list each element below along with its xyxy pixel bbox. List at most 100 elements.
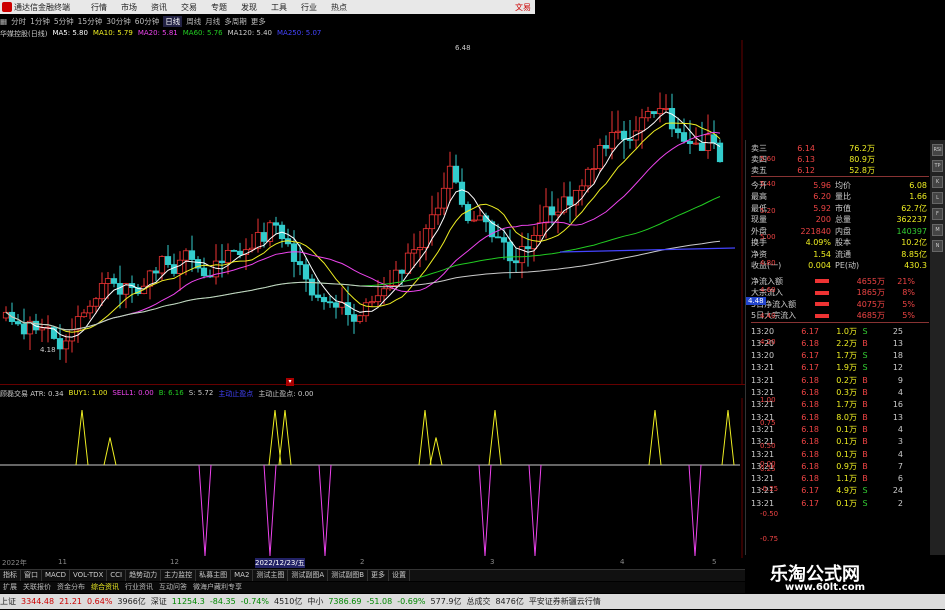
extension-tab[interactable]: 综合资讯 bbox=[88, 582, 122, 593]
tick-count: 4 bbox=[897, 388, 903, 397]
date-label: 2 bbox=[360, 558, 365, 566]
extension-tab[interactable]: 行业资讯 bbox=[122, 582, 156, 593]
indicator-tab[interactable]: MA2 bbox=[231, 570, 254, 581]
extension-tab[interactable]: 关联报价 bbox=[20, 582, 54, 593]
candlestick-chart[interactable]: 6.48 4.18 bbox=[0, 40, 745, 385]
candle-body bbox=[686, 140, 694, 145]
tick-side: S bbox=[862, 486, 868, 496]
menu-item[interactable]: 行业 bbox=[294, 2, 324, 13]
indicator-tab[interactable]: 趋势动力 bbox=[126, 570, 162, 581]
ask-row: 卖五 6.12 52.8万 bbox=[751, 164, 929, 176]
indicator-tab[interactable]: MACD bbox=[42, 570, 70, 581]
indicator-tab[interactable]: 私募主图 bbox=[196, 570, 232, 581]
candle-body bbox=[680, 132, 688, 142]
sidebar-tool-icon[interactable]: M bbox=[932, 224, 943, 236]
tick-row: 13:21 6.18 0.1万 B 3 bbox=[751, 436, 929, 448]
period-tab[interactable]: 日线 bbox=[163, 16, 183, 27]
candle-body bbox=[80, 312, 88, 318]
sidebar-tool-icon[interactable]: N bbox=[932, 240, 943, 252]
extension-tab[interactable]: 扩展 bbox=[0, 582, 20, 593]
stat-value: 8.85亿 bbox=[901, 249, 927, 259]
menu-item[interactable]: 专题 bbox=[204, 2, 234, 13]
tick-count: 4 bbox=[897, 424, 903, 434]
title-bar: 通达信金融终端 行情 市场 资讯 交易 专题 发现 工具 行业 热点 文易 bbox=[0, 0, 535, 14]
indicator-tab[interactable]: 更多 bbox=[368, 570, 390, 581]
candle-body bbox=[176, 259, 184, 274]
tick-count: 12 bbox=[892, 363, 903, 373]
extension-tab[interactable]: 资金分布 bbox=[54, 582, 88, 593]
candle-body bbox=[428, 214, 436, 230]
grid-icon[interactable]: ▦ bbox=[0, 17, 7, 26]
sidebar-tool-icon[interactable]: L bbox=[932, 192, 943, 204]
extension-tab[interactable]: 互动问答 bbox=[156, 582, 190, 593]
titlebar-right-label[interactable]: 文易 bbox=[515, 2, 531, 13]
indicator-tab[interactable]: 窗口 bbox=[21, 570, 42, 581]
tick-side: B bbox=[862, 400, 868, 410]
stat-value: 6.08 bbox=[909, 180, 927, 190]
indicator-tab[interactable]: 测试副图B bbox=[328, 570, 369, 581]
sidebar-tool-icon[interactable]: RSI bbox=[932, 144, 943, 156]
period-tab[interactable]: 周线 bbox=[186, 16, 201, 27]
period-tab[interactable]: 30分钟 bbox=[106, 16, 131, 27]
candle-body bbox=[566, 196, 574, 206]
tick-row: 13:21 6.18 0.1万 B 4 bbox=[751, 423, 929, 435]
candle-body bbox=[584, 168, 592, 187]
sidebar-tool-icon[interactable]: TP bbox=[932, 160, 943, 172]
chart-background bbox=[0, 40, 745, 385]
tick-volume: 0.1万 bbox=[836, 449, 857, 459]
indicator-tab[interactable]: CCI bbox=[107, 570, 127, 581]
right-tool-sidebar: RSI TP K L F M N bbox=[930, 140, 945, 610]
flow-row: 5日大宗流入 4685万 5% bbox=[751, 310, 929, 322]
stat-label: 均价 bbox=[835, 180, 851, 190]
indicator-tab[interactable]: 主力监控 bbox=[161, 570, 197, 581]
candle-body bbox=[446, 165, 454, 189]
menu-item[interactable]: 资讯 bbox=[144, 2, 174, 13]
indicator-tab[interactable]: 测试主图 bbox=[253, 570, 289, 581]
sell-signal-spike bbox=[318, 464, 332, 557]
indicator-tab[interactable]: 设置 bbox=[389, 570, 411, 581]
period-tab[interactable]: 60分钟 bbox=[135, 16, 160, 27]
candle-body bbox=[20, 323, 28, 335]
status-item: 7386.69 bbox=[328, 597, 362, 606]
period-tab[interactable]: 分时 bbox=[11, 16, 26, 27]
tick-price: 6.18 bbox=[801, 375, 819, 385]
tick-side: S bbox=[862, 326, 868, 336]
period-tab[interactable]: 多周期 bbox=[224, 16, 247, 27]
stat-value: 362237 bbox=[896, 215, 927, 224]
candle-body bbox=[698, 142, 706, 151]
sidebar-tool-icon[interactable]: K bbox=[932, 176, 943, 188]
indicator-tab[interactable]: 指标 bbox=[0, 570, 21, 581]
period-tab[interactable]: 1分钟 bbox=[30, 16, 50, 27]
period-tab[interactable]: 月线 bbox=[205, 16, 220, 27]
menu-item[interactable]: 市场 bbox=[114, 2, 144, 13]
flow-bar bbox=[815, 279, 829, 283]
stat-label: 量比 bbox=[835, 192, 851, 201]
price-axis-label: 5.00 bbox=[760, 233, 776, 241]
candle-body bbox=[308, 278, 316, 296]
status-item: 总成交 bbox=[466, 597, 491, 606]
status-item: -84.35 bbox=[209, 597, 236, 606]
menu-item[interactable]: 工具 bbox=[264, 2, 294, 13]
menu-item[interactable]: 热点 bbox=[324, 2, 354, 13]
buy-signal-spike bbox=[429, 437, 443, 466]
indicator-tab[interactable]: 测试副图A bbox=[288, 570, 329, 581]
sell-signal-spike bbox=[263, 464, 277, 557]
sidebar-tool-icon[interactable]: F bbox=[932, 208, 943, 220]
candle-body bbox=[542, 206, 550, 224]
sell-signal-spike bbox=[478, 464, 492, 557]
period-tab[interactable]: 更多 bbox=[251, 16, 266, 27]
stat-row: 今开 5.96 均价 6.08 bbox=[751, 179, 929, 191]
tick-time: 13:21 bbox=[751, 449, 775, 459]
menu-item[interactable]: 行情 bbox=[84, 2, 114, 13]
ask-price: 6.14 bbox=[797, 143, 815, 153]
period-tab[interactable]: 15分钟 bbox=[78, 16, 103, 27]
extension-tab[interactable]: 微海户藏利专享 bbox=[190, 582, 245, 593]
menu-item[interactable]: 发现 bbox=[234, 2, 264, 13]
tick-row: 13:21 6.18 1.7万 B 16 bbox=[751, 399, 929, 411]
menu-item[interactable]: 交易 bbox=[174, 2, 204, 13]
status-item: 中小 bbox=[307, 597, 324, 606]
tick-time: 13:21 bbox=[751, 375, 775, 385]
indicator-tab[interactable]: VOL-TDX bbox=[70, 570, 108, 581]
indicator-chart[interactable] bbox=[0, 398, 745, 558]
period-tab[interactable]: 5分钟 bbox=[54, 16, 74, 27]
